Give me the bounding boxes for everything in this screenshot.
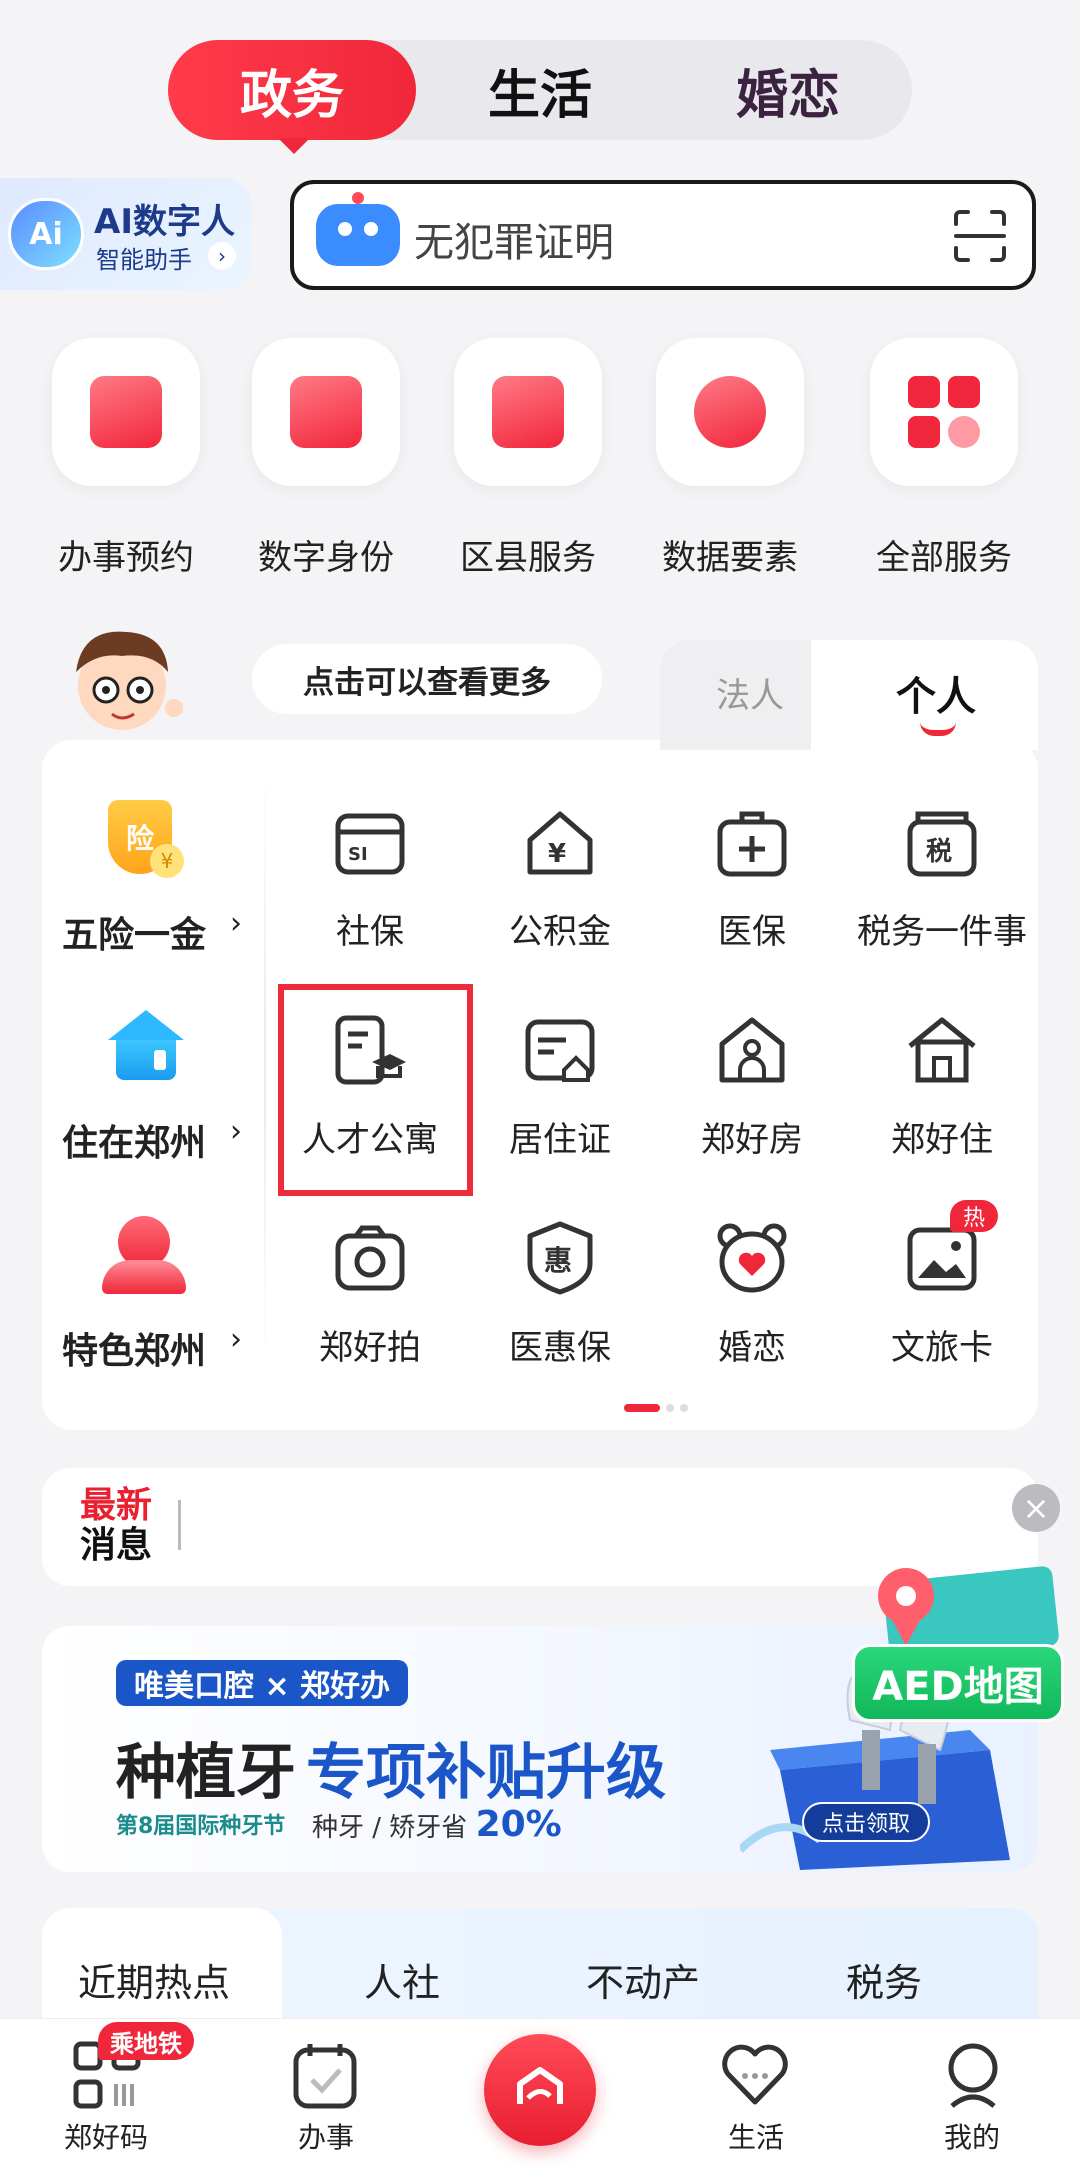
- id-card-icon: [290, 376, 362, 448]
- profile-icon[interactable]: [938, 2040, 1008, 2110]
- banner-festival: 第8届国际种牙节: [116, 1814, 286, 1839]
- shield-coin-icon: 险 ¥: [104, 800, 184, 880]
- tab-life[interactable]: 生活: [416, 40, 664, 140]
- tab-dating[interactable]: 婚恋: [664, 40, 912, 140]
- svg-text:税: 税: [926, 837, 952, 867]
- chevron-right-icon: ›: [230, 1114, 242, 1149]
- quick-service-all[interactable]: [870, 338, 1018, 486]
- service-good-house[interactable]: 郑好房: [652, 1112, 852, 1161]
- nav-label-life[interactable]: 生活: [666, 2116, 846, 2156]
- tab-legal-person[interactable]: 法人: [716, 668, 784, 717]
- service-good-living[interactable]: 郑好住: [842, 1112, 1042, 1161]
- service-good-photo[interactable]: 郑好拍: [270, 1320, 470, 1369]
- hot-badge: 热: [950, 1200, 998, 1232]
- service-medical-benefit[interactable]: 医惠保: [460, 1320, 660, 1369]
- service-social-security[interactable]: 社保: [270, 904, 470, 953]
- svg-text:惠: 惠: [544, 1244, 572, 1277]
- hint-bubble[interactable]: 点击可以查看更多: [252, 644, 602, 714]
- service-housing-fund[interactable]: 公积金: [460, 904, 660, 953]
- quick-service-data[interactable]: [656, 338, 804, 486]
- residence-permit-icon: [525, 1019, 595, 1082]
- social-security-card-icon: SI: [335, 813, 405, 875]
- quick-service-district[interactable]: [454, 338, 602, 486]
- banner-saving: 种牙 / 矫牙省 20%: [312, 1804, 562, 1845]
- aed-map-button[interactable]: AED地图: [852, 1644, 1064, 1722]
- news-label-latest: 最新: [80, 1485, 153, 1526]
- home-icon: [908, 1017, 976, 1083]
- home-center-icon[interactable]: [484, 2034, 596, 2146]
- page-indicator: [680, 1404, 688, 1412]
- svg-text:¥: ¥: [548, 839, 566, 869]
- calendar-check-icon[interactable]: [290, 2040, 360, 2110]
- ai-logo-icon: Ai: [8, 198, 84, 270]
- tab-recent-hot[interactable]: 近期热点: [78, 1952, 230, 2007]
- tab-human-resources[interactable]: 人社: [364, 1952, 440, 2007]
- banner-saving-text: 种牙 / 矫牙省: [312, 1813, 468, 1843]
- quick-service-digital-id[interactable]: [252, 338, 400, 486]
- tab-real-estate[interactable]: 不动产: [586, 1952, 700, 2007]
- page-indicator: [666, 1404, 674, 1412]
- bear-heart-icon: [717, 1223, 787, 1293]
- tab-tax[interactable]: 税务: [846, 1952, 922, 2007]
- location-pin-icon: [102, 1216, 186, 1300]
- robot-icon: [316, 192, 400, 266]
- ai-assistant-subtitle: 智能助手: [96, 246, 192, 274]
- service-residence-permit[interactable]: 居住证: [460, 1112, 660, 1161]
- heart-icon[interactable]: [720, 2040, 790, 2110]
- category-living[interactable]: 住在郑州: [62, 1114, 206, 1166]
- quick-service-label: 区县服务: [460, 538, 596, 578]
- building-icon: [492, 376, 564, 448]
- search-input[interactable]: 无犯罪证明: [414, 210, 614, 268]
- mascot-icon: [76, 631, 183, 730]
- svg-text:SI: SI: [348, 844, 368, 865]
- tab-personal[interactable]: 个人: [896, 664, 976, 722]
- service-medical-insurance[interactable]: 医保: [652, 904, 852, 953]
- quick-service-appointment[interactable]: [52, 338, 200, 486]
- tab-government[interactable]: 政务: [168, 40, 416, 140]
- camera-icon: [335, 1225, 405, 1291]
- quick-service-label: 数字身份: [258, 538, 394, 578]
- banner-tag: 唯美口腔 × 郑好办: [116, 1660, 409, 1706]
- calendar-icon: [90, 376, 162, 448]
- tax-icon: 税: [907, 811, 977, 877]
- service-culture-travel-card[interactable]: 文旅卡: [842, 1320, 1042, 1369]
- home-person-icon: [719, 1017, 785, 1083]
- quick-service-label: 数据要素: [662, 538, 798, 578]
- quick-service-label: 办事预约: [58, 538, 194, 578]
- chevron-right-icon: ›: [208, 242, 236, 270]
- medical-kit-icon: [717, 811, 787, 877]
- category-insurance[interactable]: 五险一金: [62, 906, 206, 958]
- banner-title-highlight: 专项补贴升级: [306, 1738, 666, 1808]
- house-icon: [108, 1010, 188, 1090]
- search-bar[interactable]: [290, 180, 1036, 290]
- banner-title-main: 种植牙: [116, 1738, 296, 1808]
- service-dating[interactable]: 婚恋: [652, 1320, 852, 1369]
- yuan-house-icon: ¥: [527, 811, 593, 875]
- database-icon: [694, 376, 766, 448]
- close-icon[interactable]: ×: [1012, 1484, 1060, 1532]
- news-label-message: 消息: [80, 1525, 153, 1566]
- nav-label-mine[interactable]: 我的: [882, 2116, 1062, 2156]
- banner-saving-percent: 20%: [475, 1804, 562, 1845]
- category-featured[interactable]: 特色郑州: [62, 1322, 206, 1374]
- talent-apartment-icon: [335, 1015, 406, 1085]
- chevron-right-icon: ›: [230, 906, 242, 941]
- page-indicator-active: [624, 1404, 660, 1412]
- nav-label-affairs[interactable]: 办事: [236, 2116, 416, 2156]
- ai-assistant-title: AI数字人: [94, 202, 235, 242]
- chevron-right-icon: ›: [230, 1322, 242, 1357]
- service-tax[interactable]: 税务一件事: [842, 904, 1042, 953]
- news-divider: [178, 1500, 181, 1550]
- quick-service-label: 全部服务: [876, 538, 1012, 578]
- service-talent-apartment[interactable]: 人才公寓: [270, 1112, 470, 1161]
- scan-icon[interactable]: [952, 208, 1008, 264]
- claim-button[interactable]: 点击领取: [802, 1802, 931, 1842]
- category-divider: [264, 768, 266, 1368]
- nav-label-code[interactable]: 郑好码: [16, 2116, 196, 2156]
- badge-hui-icon: 惠: [527, 1221, 593, 1295]
- metro-badge: 乘地铁: [98, 2022, 194, 2060]
- grid-icon: [908, 376, 980, 448]
